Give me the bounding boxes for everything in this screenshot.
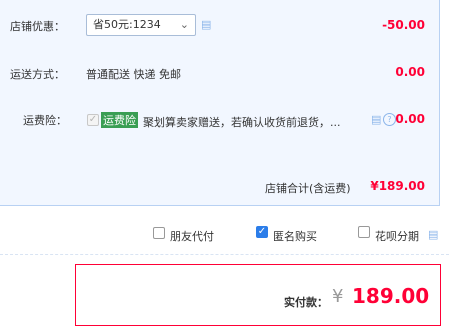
payment-box: 实付款： ¥ 189.00 <box>75 264 441 326</box>
chevron-down-icon: ⌄ <box>179 18 189 31</box>
insurance-checkbox[interactable]: ✓ <box>87 114 99 126</box>
chat-icon[interactable]: ▤ <box>371 113 381 126</box>
insurance-tag: 运费险 <box>101 112 138 128</box>
payment-currency: ¥ <box>332 286 344 307</box>
installment-checkbox[interactable] <box>358 226 370 238</box>
discount-select-value: 省50元:1234 <box>93 18 161 31</box>
shipping-amount: 0.00 <box>395 65 425 79</box>
insurance-description: 聚划算卖家赠送，若确认收货前退货，... <box>143 116 341 129</box>
discount-amount: -50.00 <box>382 18 425 32</box>
order-summary-panel: 店铺优惠： 省50元:1234 ⌄ ▤ -50.00 运送方式： 普通配送 快递… <box>0 0 440 206</box>
friend-pay-label[interactable]: 朋友代付 <box>170 228 214 244</box>
help-icon[interactable]: ? <box>383 113 396 126</box>
payment-amount: 189.00 <box>352 284 430 308</box>
divider <box>0 254 449 255</box>
installment-label[interactable]: 花呗分期 <box>375 228 419 244</box>
insurance-label: 运费险： <box>23 114 67 127</box>
insurance-amount: 0.00 <box>395 112 425 126</box>
friend-pay-checkbox[interactable] <box>153 227 165 239</box>
store-total-label: 店铺合计(含运费) <box>265 182 351 195</box>
payment-label: 实付款： <box>284 296 328 309</box>
discount-select[interactable]: 省50元:1234 ⌄ <box>86 14 196 36</box>
shipping-label: 运送方式： <box>10 68 65 81</box>
shipping-method: 普通配送 快递 免邮 <box>86 68 181 81</box>
anonymous-label[interactable]: 匿名购买 <box>273 228 317 244</box>
discount-label: 店铺优惠： <box>10 20 65 33</box>
store-total-amount: ¥189.00 <box>370 179 425 193</box>
chat-icon[interactable]: ▤ <box>428 228 438 241</box>
anonymous-checkbox[interactable]: ✓ <box>256 226 268 238</box>
chat-icon[interactable]: ▤ <box>201 18 211 31</box>
